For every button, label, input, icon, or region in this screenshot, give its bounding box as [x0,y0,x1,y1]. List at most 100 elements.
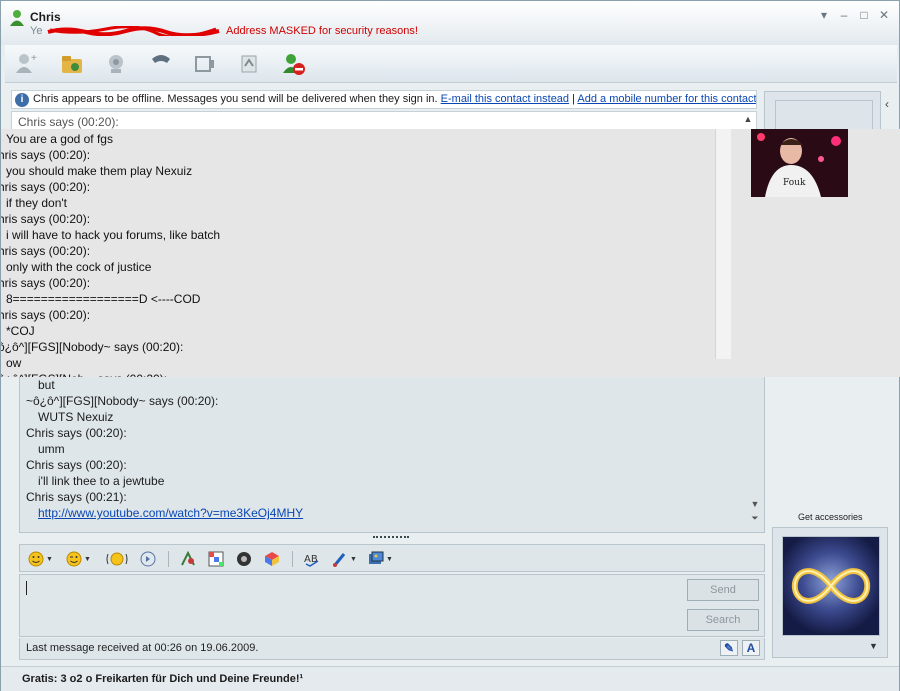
offline-notice-text: Chris appears to be offline. Messages yo… [33,93,438,105]
font-button[interactable] [180,550,196,568]
redaction-scribble [47,26,220,36]
svg-text:AB: AB [304,554,318,565]
call-icon[interactable] [148,51,174,77]
spell-check-icon: AB [304,554,319,567]
scroll-down-arrow-icon[interactable]: ▼ [748,497,762,511]
message-text: 8==================D <----COD [6,292,201,306]
conversation-window: Chris Ye Address MASKED for security rea… [0,0,900,691]
divider [168,551,169,567]
send-image-button[interactable]: ▼ [368,550,393,568]
caret-down-icon: ▼ [386,555,393,563]
history-scroll-controls: ▼ ⏷ [748,497,762,525]
wink-icon [66,551,82,567]
brush-icon [333,553,346,567]
conversation-history: but ~ô¿ô^][FGS][Nobody~ says (00:20): WUTS… [19,377,765,533]
block-contact-icon[interactable] [281,51,307,77]
voice-clip-icon [106,552,128,566]
webcam-icon[interactable] [103,51,129,77]
message-text: you should make them play Nexuiz [6,164,193,178]
winks-button[interactable]: ▼ [66,550,91,568]
ad-banner-text: Gratis: 3 o2 o Freikarten für Dich und D… [22,673,304,685]
send-button[interactable]: Send [687,579,759,601]
message-text: only with the cock of justice [6,260,152,274]
handwriting-button[interactable]: ▼ [332,550,357,568]
maximize-button[interactable]: □ [857,8,871,22]
text-mode-icon[interactable]: A [742,640,760,656]
contact-subtitle-prefix: Ye [30,25,43,37]
voice-clip-button[interactable] [106,550,128,568]
get-accessories-link[interactable]: Get accessories [798,512,863,522]
message-sender-header: Chris says (00:20): [26,426,127,440]
message-sender-header: hris says (00:20): [1,244,91,258]
compose-area: Send Search [19,574,765,637]
last-message-status: Last message received at 00:26 on 19.06.… [26,642,259,654]
spell-check-button[interactable]: AB [304,550,320,568]
grid-icon [208,551,224,567]
message-sender-header: hris says (00:20): [1,276,91,290]
message-sender-header: Chris says (00:20): [26,458,127,472]
offline-notice-line: Chris appears to be offline. Messages yo… [33,93,756,105]
history-upper-lines: You are a god of fgs hris says (00:20): yo… [1,131,220,377]
message-text: *COJ [6,324,35,338]
invite-contact-icon[interactable]: + [13,51,39,77]
nudge-icon [140,551,156,567]
video-icon[interactable] [192,51,218,77]
collapse-panel-icon[interactable]: ‹ [885,97,889,111]
message-text: i will have to hack you forums, like bat… [6,228,221,242]
message-text: if they don't [6,196,67,210]
message-text: but [38,378,55,392]
image-icon [369,551,384,564]
my-display-picture[interactable] [782,536,880,636]
message-sender-header: hris says (00:20): [1,212,91,226]
menu-button[interactable]: ▾ [817,8,831,22]
emoticon-picker-button[interactable]: ▼ [28,550,53,568]
input-mode-switch: ✎ A [720,640,760,656]
my-display-picture-panel: ▼ [772,527,888,658]
close-button[interactable]: ✕ [877,8,891,22]
scroll-end-icon[interactable]: ⏷ [748,511,762,525]
speaker-icon [237,552,251,566]
pane-splitter-handle[interactable] [373,536,409,539]
message-text: ow [6,356,22,370]
minimize-button[interactable]: – [837,8,851,22]
chevron-down-icon[interactable]: ▼ [869,641,878,651]
message-sender-header: hris says (00:20): [1,180,91,194]
activities-icon[interactable] [236,51,262,77]
history-top-header-text: Chris says (00:20): [18,115,119,129]
notice-separator: | [572,93,575,105]
smiley-icon [28,551,44,567]
format-toolbar: ▼ ▼ AB ▼ ▼ [19,544,765,572]
send-files-icon[interactable] [59,51,85,77]
caret-down-icon: ▼ [350,555,357,563]
cube-icon [265,552,279,566]
add-mobile-link[interactable]: Add a mobile number for this contact [577,93,756,105]
history-top-header: Chris says (00:20): ▲ [11,111,757,129]
handwriting-mode-icon[interactable]: ✎ [720,640,738,656]
scroll-up-arrow-icon[interactable]: ▲ [740,114,756,130]
ad-banner[interactable]: Gratis: 3 o2 o Freikarten für Dich und D… [1,666,899,691]
message-input[interactable] [24,579,680,631]
nudge-button[interactable] [140,550,156,568]
conversation-toolbar: + [5,45,897,83]
history-upper-scrollbar[interactable] [715,129,731,359]
divider [292,551,293,567]
sound-button[interactable] [236,550,252,568]
contact-name: Chris [30,10,61,24]
title-bar: Chris Ye Address MASKED for security rea… [1,1,899,45]
message-text: umm [38,442,65,456]
history-lower-lines: but ~ô¿ô^][FGS][Nobody~ says (00:20): WUTS… [26,377,303,521]
email-contact-link[interactable]: E-mail this contact instead [441,93,569,105]
games-button[interactable] [264,550,280,568]
background-button[interactable] [208,550,224,568]
window-controls: ▾ – □ ✕ [817,8,891,22]
message-sender-header: Chris says (00:21): [26,490,127,504]
info-icon: i [15,93,29,107]
contact-photo: Fouk [751,129,848,197]
search-button[interactable]: Search [687,609,759,631]
caret-down-icon: ▼ [46,555,53,563]
svg-text:+: + [31,53,37,64]
message-text: i'll link thee to a jewtube [38,474,165,488]
message-sender-header: ô¿ô^][FGS][Nobody~ says (00:20): [1,340,184,354]
message-link[interactable]: http://www.youtube.com/watch?v=me3KeOj4M… [38,506,303,520]
message-text: http://www.youtube.com/watch?v=me3KeOj4M… [26,505,303,521]
